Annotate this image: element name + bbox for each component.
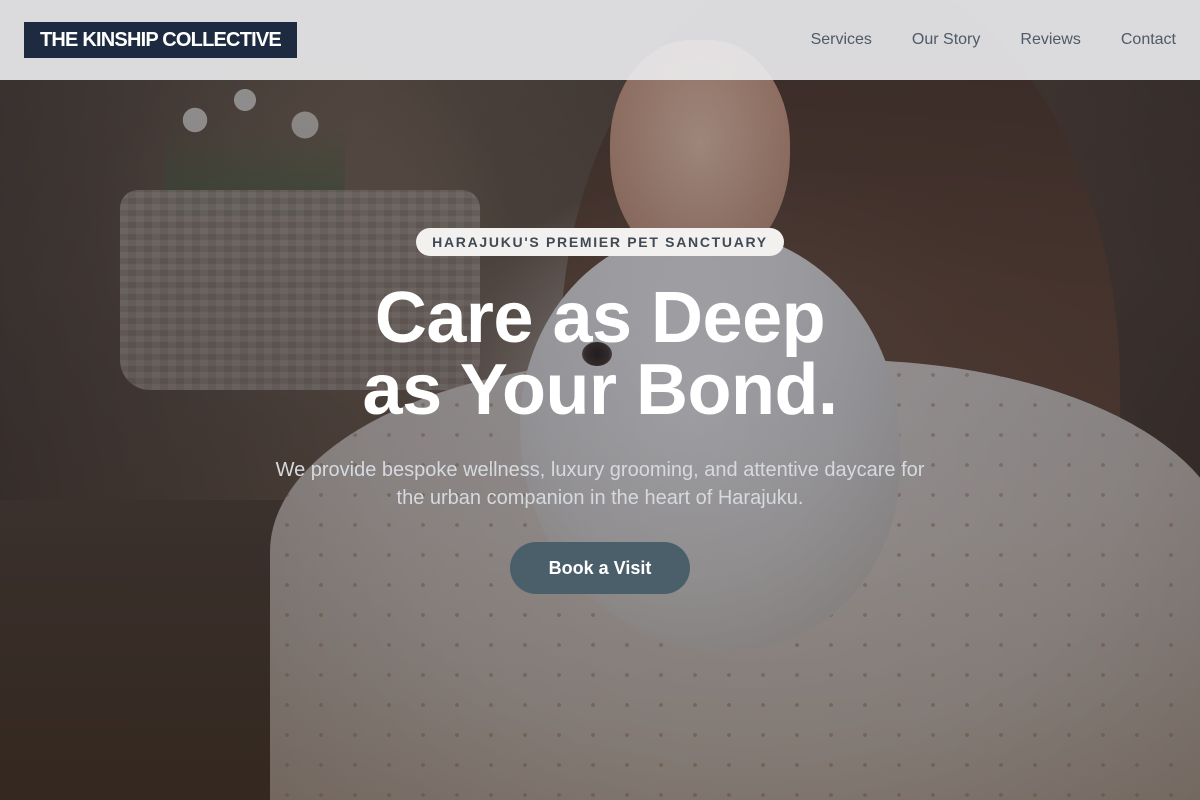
hero-headline-line-1: Care as Deep [374,278,826,358]
location-badge: HARAJUKU'S PREMIER PET SANCTUARY [416,228,784,256]
nav-link-reviews[interactable]: Reviews [1020,31,1080,49]
hero-headline-line-2: as Your Bond. [362,350,838,430]
site-header: THE KINSHIP COLLECTIVE Services Our Stor… [0,0,1200,80]
nav-link-our-story[interactable]: Our Story [912,31,980,49]
main-nav: Services Our Story Reviews Contact [811,31,1176,49]
book-visit-button[interactable]: Book a Visit [510,542,690,594]
nav-link-contact[interactable]: Contact [1121,31,1176,49]
nav-link-services[interactable]: Services [811,31,872,49]
brand-logo[interactable]: THE KINSHIP COLLECTIVE [24,22,297,58]
hero-headline: Care as Deep as Your Bond. [363,282,838,426]
hero-content: HARAJUKU'S PREMIER PET SANCTUARY Care as… [0,228,1200,594]
hero-subtext: We provide bespoke wellness, luxury groo… [275,459,925,509]
